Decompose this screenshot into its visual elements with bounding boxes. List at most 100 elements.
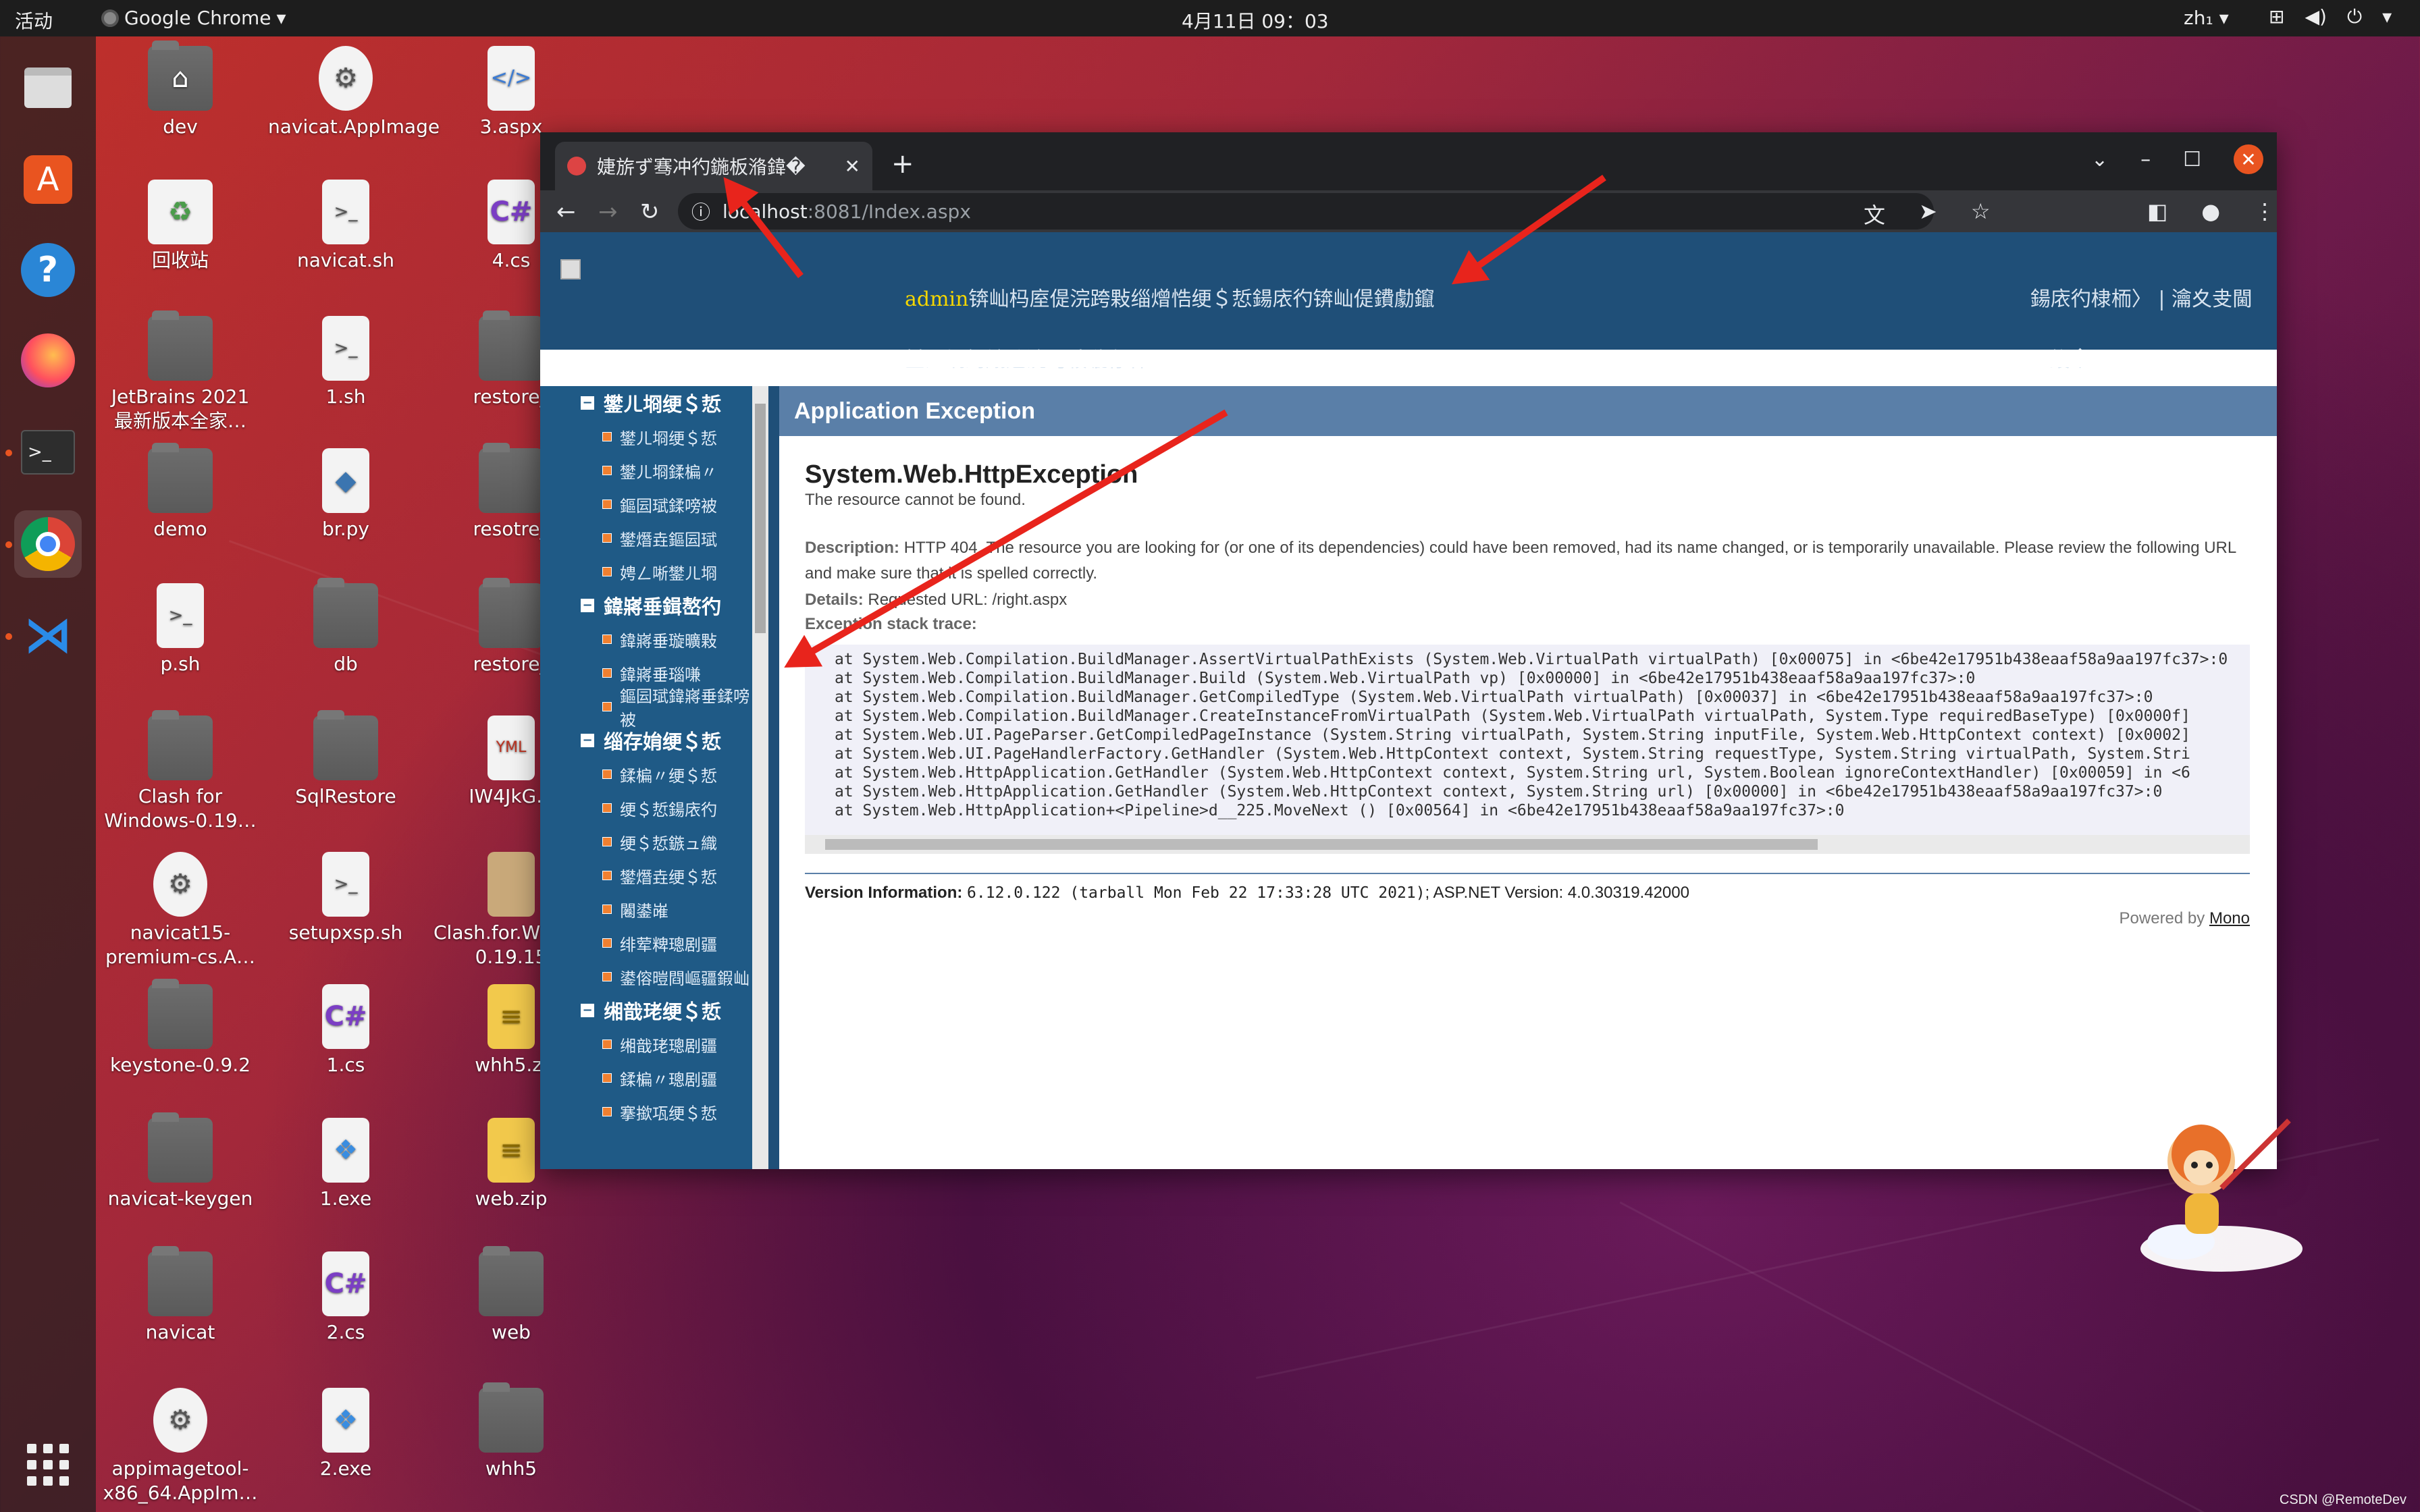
description-label: Description: [805,539,900,557]
nav-item-label: 闂鍙嶉 [620,901,668,921]
desktop-icon-navicat15[interactable]: ⚙ navicat15-premium-cs.A… [103,852,258,969]
header-divider [779,350,2277,367]
desktop-icon-whh5[interactable]: whh5 [433,1382,589,1481]
nav-item[interactable]: 鐢ㄦ埛鍒楄〃 [540,454,752,487]
nav-item[interactable]: 鐢熸垚鏂囩珷 [540,521,752,555]
bullet-icon [602,803,612,813]
collapse-icon[interactable]: − [581,396,594,410]
desktop-icon-navicat-keygen[interactable]: navicat-keygen [103,1112,258,1211]
translate-icon[interactable]: 文 [1864,198,1885,230]
nav-item[interactable]: 绠＄悊鍚庡彴 [540,791,752,825]
desktop-icon-label: restore_ [473,385,550,408]
desktop-icon-navicat-appimage[interactable]: ⚙ navicat.AppImage [268,46,440,139]
nav-group[interactable]: − 鐢ㄦ埛绠＄悊 [540,386,752,420]
side-panel-icon[interactable]: ◧ [2147,198,2167,224]
nav-item[interactable]: 绯荤粺璁剧疆 [540,926,752,960]
desktop-icon-label: web [492,1321,531,1343]
address-bar[interactable]: ⓘ localhost:8081/Index.aspx [678,193,1934,230]
desktop-icon-br-py[interactable]: ◆ br.py [268,448,423,541]
nav-item[interactable]: 鍏嶈垂璇曠敤 [540,622,752,656]
desktop-icon-appimagetool[interactable]: ⚙ appimagetool-x86_64.AppIm… [103,1388,258,1505]
desktop-icon-1-exe[interactable]: ❖ 1.exe [268,1118,423,1211]
nav-group[interactable]: − 缃戠珯绠＄悊 [540,994,752,1027]
close-window-button[interactable]: ✕ [2234,144,2263,174]
desktop-icon-3-aspx[interactable]: </> 3.aspx [433,46,589,139]
bullet-icon [602,500,612,509]
mono-link[interactable]: Mono [2209,909,2250,927]
forward-button[interactable]: → [598,198,618,225]
collapse-icon[interactable]: − [581,1004,594,1017]
stack-trace-box[interactable]: at System.Web.Compilation.BuildManager.A… [805,645,2250,854]
show-apps-icon[interactable] [14,1431,82,1498]
nav-item[interactable]: 鏂囩珷鍏嶈垂鍒嗙被 [540,687,752,730]
desktop-icon-clash[interactable]: Clash for Windows-0.19… [103,710,258,833]
nav-item[interactable]: 鐢熸垚绠＄悊 [540,859,752,892]
software-center-icon[interactable]: A [14,146,82,213]
nav-item-label: 缃戠珯璁剧疆 [620,1036,717,1056]
desktop-icon-p-sh[interactable]: >_ p.sh [103,583,258,676]
profile-avatar-icon[interactable]: ● [2201,198,2220,224]
bookmark-star-icon[interactable]: ☆ [1971,198,1991,230]
nav-item[interactable]: 搴撳瓨绠＄悊 [540,1095,752,1129]
desktop-icon-sqlrestore[interactable]: SqlRestore [268,710,423,809]
app-menu[interactable]: Google Chrome ▾ [101,7,286,29]
clock[interactable]: 4月11日 09：03 [1182,7,1329,34]
chrome-icon[interactable] [14,510,82,578]
desktop-icon-dev[interactable]: ⌂ dev [103,40,258,139]
menu-kebab-icon[interactable]: ⋮ [2254,198,2276,224]
system-tray[interactable]: ⊞ ◀) ⏻ ▾ [2269,5,2392,28]
desktop-icon-navicat[interactable]: navicat [103,1246,258,1345]
browser-tab[interactable]: 婕旂ず骞冲彴鍦板潃鍏� ✕ [555,142,872,190]
desktop-icon-label: navicat.AppImage [268,115,440,138]
tab-search-icon[interactable]: ⌄ [2091,148,2108,171]
files-icon[interactable] [14,54,82,122]
nav-item-label: 鐢熸垚鏂囩珷 [620,530,717,549]
desktop-icon-trash[interactable]: ♻ 回收站 [103,180,258,273]
nav-item[interactable]: 绠＄悊鏃ュ織 [540,825,752,859]
desktop-icon-keystone[interactable]: keystone-0.9.2 [103,979,258,1077]
collapse-icon[interactable]: − [581,599,594,612]
desktop-icon-jetbrains[interactable]: JetBrains 2021 最新版本全家… [103,310,258,433]
nav-scrollbar[interactable] [752,386,768,1169]
nav-item[interactable]: 鍒楄〃璁剧疆 [540,1061,752,1095]
nav-item[interactable]: 鏂囩珷鍒嗙被 [540,487,752,521]
nav-item[interactable]: 鍙傛暟閰嶇疆鍜屾 [540,960,752,994]
send-icon[interactable]: ➤ [1919,198,1937,230]
input-method[interactable]: zh₁ ▾ [2184,7,2229,29]
desktop-icon-1-sh[interactable]: >_ 1.sh [268,316,423,409]
terminal-icon[interactable]: >_ [14,418,82,486]
stack-trace-scrollbar-thumb[interactable] [825,839,1818,850]
new-tab-button[interactable]: + [891,148,914,180]
minimize-button[interactable]: – [2140,148,2151,171]
desktop-icon-demo[interactable]: demo [103,443,258,541]
firefox-icon[interactable] [14,327,82,394]
desktop-icon-2-exe[interactable]: ❖ 2.exe [268,1388,423,1481]
back-button[interactable]: ← [556,198,576,225]
collapse-icon[interactable]: − [581,734,594,747]
desktop-icon-db[interactable]: db [268,578,423,676]
desktop-icon-2-cs[interactable]: C# 2.cs [268,1251,423,1345]
desktop-icon-setupxsp[interactable]: >_ setupxsp.sh [268,852,423,945]
reload-button[interactable]: ↻ [640,198,660,225]
zip-file-icon: ≡ [488,984,535,1049]
nav-item[interactable]: 缃戠珯璁剧疆 [540,1027,752,1061]
nav-scrollbar-thumb[interactable] [755,404,766,633]
vscode-icon[interactable]: ⋊ [14,601,82,668]
desktop-icon-web[interactable]: web [433,1246,589,1345]
tab-close-icon[interactable]: ✕ [845,155,860,178]
exception-header: Application Exception [779,386,2277,436]
nav-item[interactable]: 娉ㄥ唽鐢ㄦ埛 [540,555,752,589]
nav-group[interactable]: − 缁存姢绠＄悊 [540,724,752,757]
nav-item[interactable]: 鍒楄〃绠＄悊 [540,757,752,791]
help-icon[interactable]: ? [14,236,82,304]
stack-trace-scrollbar[interactable] [805,835,2250,854]
desktop-icon-1-cs[interactable]: C# 1.cs [268,984,423,1077]
activities-button[interactable]: 活动 [15,7,53,34]
desktop-icon-navicat-sh[interactable]: >_ navicat.sh [268,180,423,273]
nav-group[interactable]: − 鍏嶈垂鍓嶅彴 [540,589,752,622]
nav-item[interactable]: 鐢ㄦ埛绠＄悊 [540,420,752,454]
maximize-button[interactable]: ☐ [2183,148,2201,171]
nav-item[interactable]: 闂鍙嶉 [540,892,752,926]
header-links[interactable]: 鍚庡彴棣栭〉 | 瀹夊叏閫 [2030,282,2253,312]
site-info-icon[interactable]: ⓘ [691,198,710,225]
